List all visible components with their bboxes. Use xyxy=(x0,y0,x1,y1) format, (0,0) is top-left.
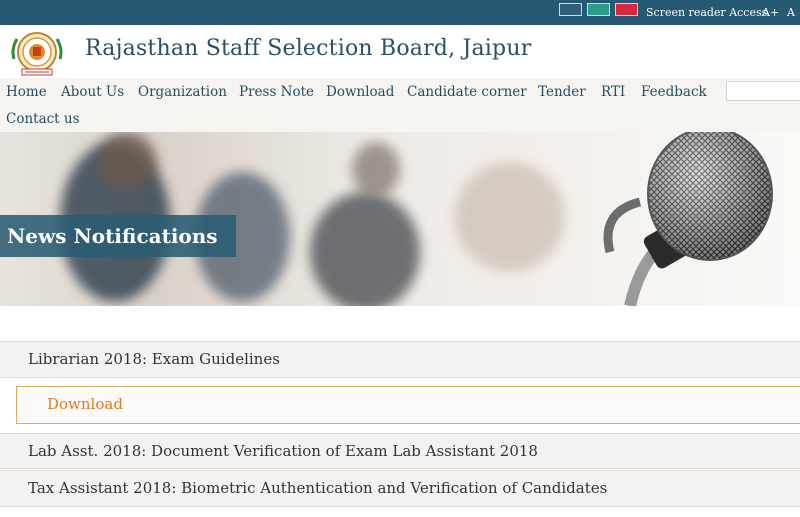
teal-theme-swatch[interactable] xyxy=(587,3,610,16)
nav-item-feedback[interactable]: Feedback xyxy=(641,84,707,100)
site-header: Rajasthan Staff Selection Board, Jaipur xyxy=(0,25,800,78)
font-increase-button[interactable]: A+ xyxy=(762,6,779,19)
nav-item-about-us[interactable]: About Us xyxy=(61,84,124,100)
nav-item-home[interactable]: Home xyxy=(6,84,47,100)
screen-reader-link[interactable]: Screen reader Access xyxy=(646,6,767,19)
blurred-head xyxy=(98,132,156,190)
notification-title[interactable]: Tax Assistant 2018: Biometric Authentica… xyxy=(28,479,607,497)
rajasthan-emblem-icon[interactable] xyxy=(8,29,66,77)
blurred-background xyxy=(455,162,565,272)
nav-item-download[interactable]: Download xyxy=(326,84,394,100)
site-title: Rajasthan Staff Selection Board, Jaipur xyxy=(85,36,532,61)
notification-title[interactable]: Librarian 2018: Exam Guidelines xyxy=(28,350,280,368)
notification-item[interactable]: Lab Asst. 2018: Document Verification of… xyxy=(0,433,800,469)
nav-item-candidate-corner[interactable]: Candidate corner xyxy=(407,84,527,100)
nav-item-tender[interactable]: Tender xyxy=(538,84,586,100)
search-input[interactable] xyxy=(726,81,800,101)
download-row[interactable]: Download xyxy=(16,386,800,424)
top-utility-bar: Screen reader Access A+ A xyxy=(0,0,800,25)
red-theme-swatch[interactable] xyxy=(615,3,638,16)
download-link[interactable]: Download xyxy=(47,395,123,413)
nav-item-rti[interactable]: RTI xyxy=(601,84,625,100)
blurred-head xyxy=(352,142,400,197)
nav-item-contact-us[interactable]: Contact us xyxy=(6,111,80,127)
nav-item-press-note[interactable]: Press Note xyxy=(239,84,314,100)
font-normal-button[interactable]: A xyxy=(787,6,795,19)
microphone-icon xyxy=(603,132,773,306)
blue-theme-swatch[interactable] xyxy=(559,3,582,16)
blurred-person xyxy=(310,192,420,306)
notification-title[interactable]: Lab Asst. 2018: Document Verification of… xyxy=(28,442,538,460)
main-nav: Home About Us Organization Press Note Do… xyxy=(0,78,800,132)
news-banner: News Notifications xyxy=(0,132,800,306)
notification-item[interactable]: Librarian 2018: Exam Guidelines xyxy=(0,341,800,378)
banner-title: News Notifications xyxy=(7,224,218,248)
notification-item[interactable]: Tax Assistant 2018: Biometric Authentica… xyxy=(0,470,800,507)
nav-item-organization[interactable]: Organization xyxy=(138,84,227,100)
